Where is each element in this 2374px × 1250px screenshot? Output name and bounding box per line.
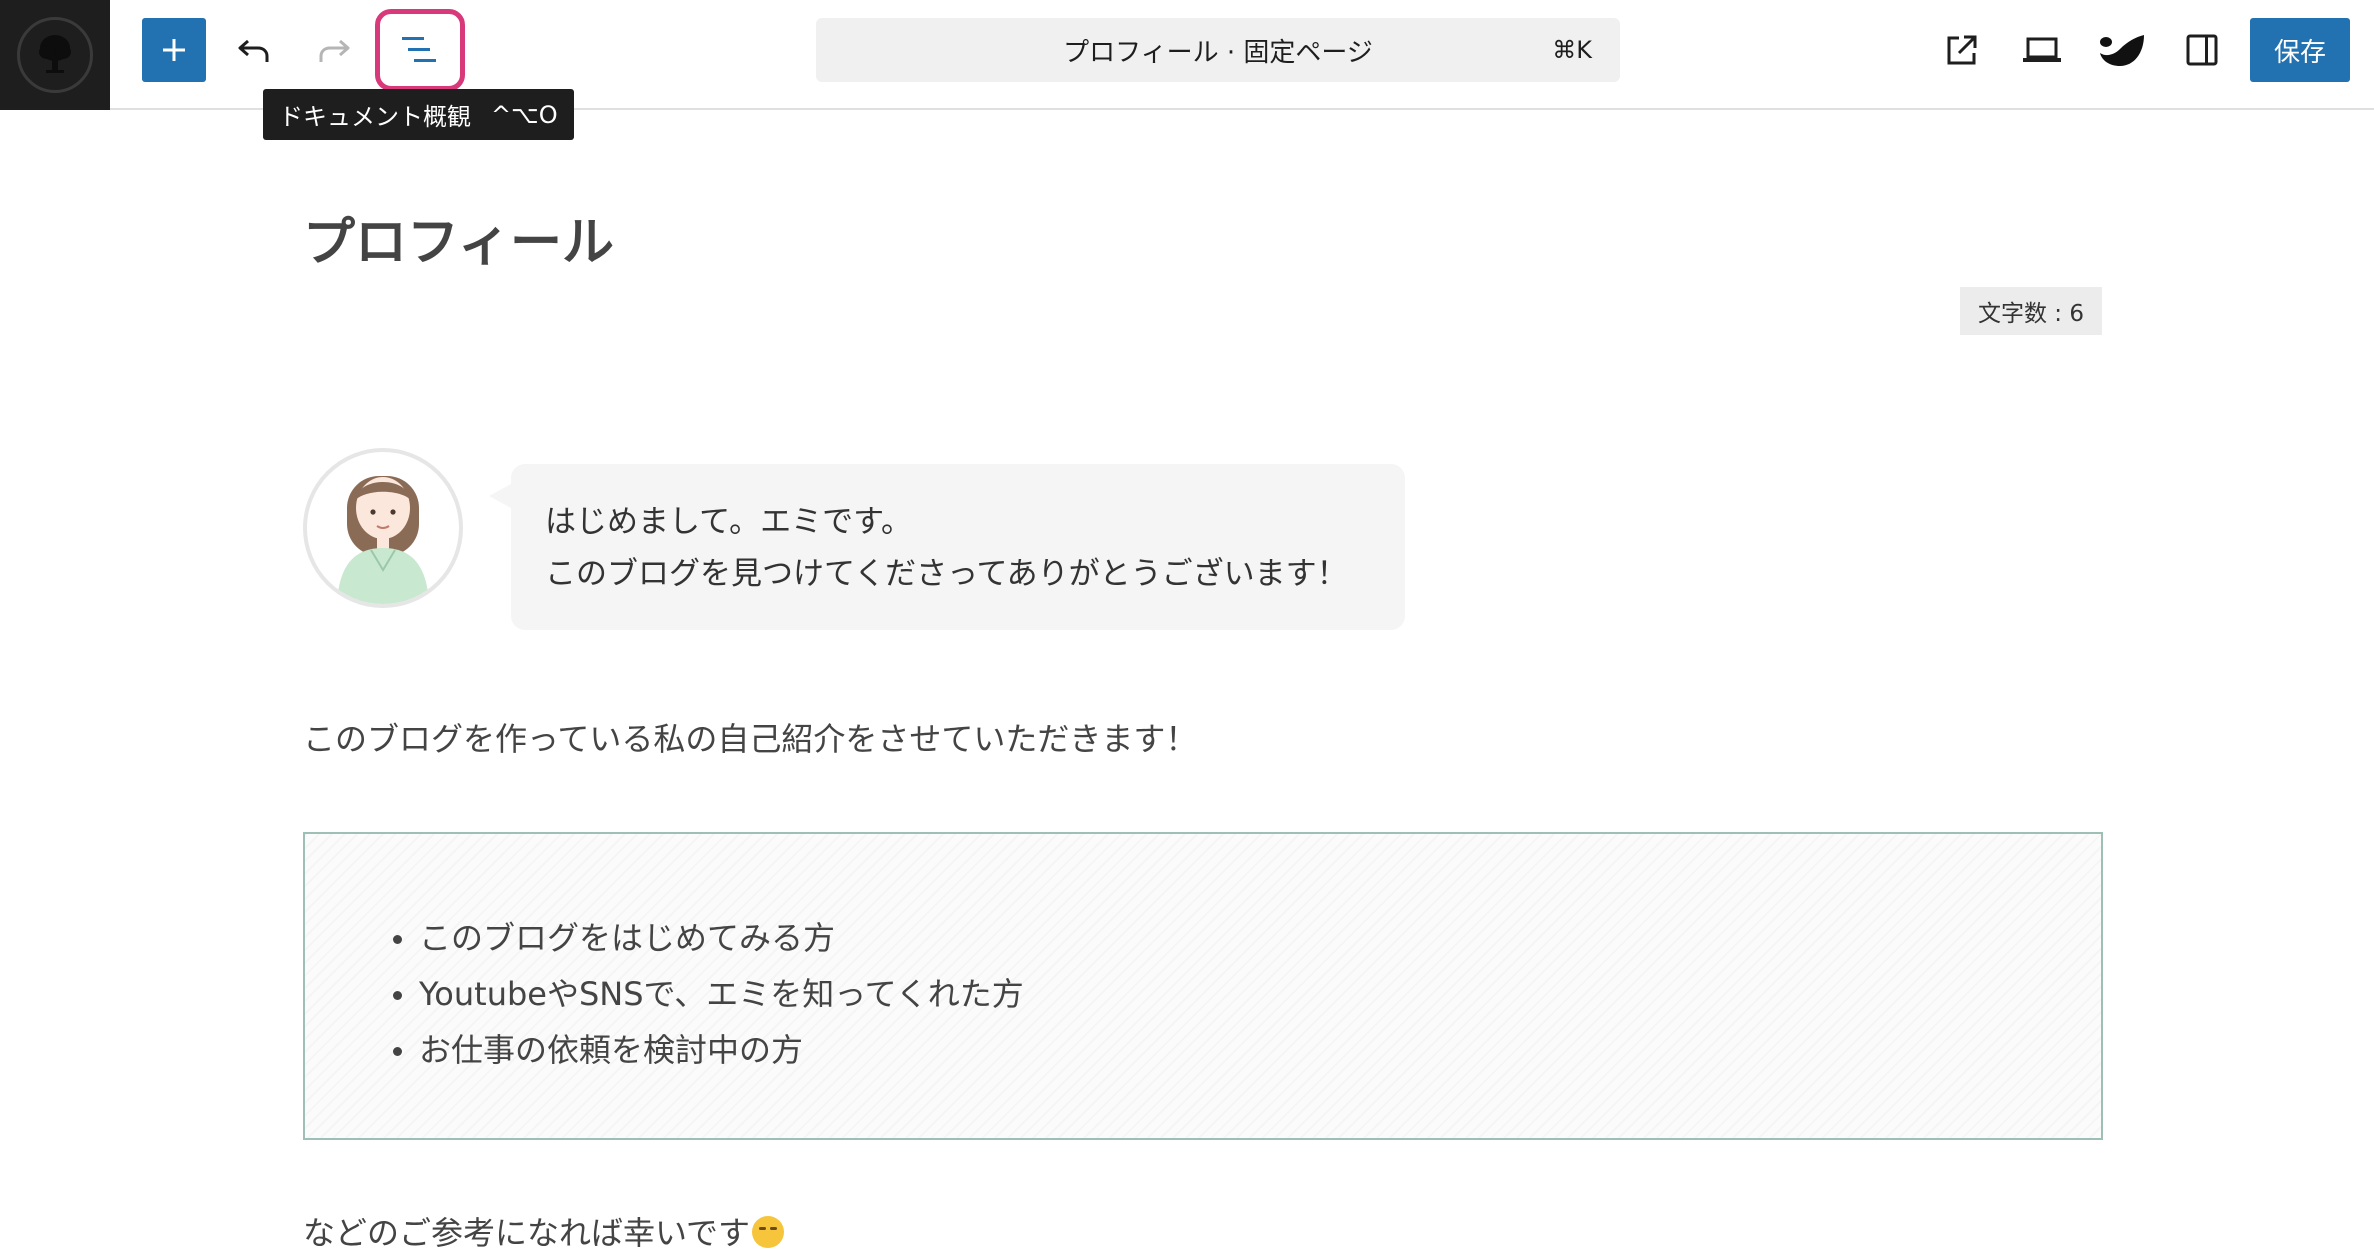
settings-sidebar-button[interactable]	[2174, 22, 2230, 78]
bullet-list: このブログをはじめてみる方 YoutubeやSNSで、エミを知ってくれた方 お仕…	[393, 910, 1024, 1078]
undo-button[interactable]	[222, 18, 286, 82]
speech-line-1: はじめまして。エミです。	[545, 504, 913, 540]
laptop-icon	[2023, 37, 2061, 62]
document-title: プロフィール · 固定ページ	[1063, 37, 1373, 68]
editor-toolbar: ドキュメント概観 ^⌥O プロフィール · 固定ページ ⌘K 保存	[0, 0, 2374, 140]
save-button[interactable]: 保存	[2250, 18, 2350, 82]
smiling-face-emoji-icon	[752, 1216, 785, 1248]
list-item[interactable]: このブログをはじめてみる方	[393, 910, 1024, 966]
closing-paragraph[interactable]: などのご参考になれば幸いです	[303, 1208, 785, 1250]
styles-button[interactable]	[2094, 22, 2150, 78]
command-shortcut: ⌘K	[1552, 36, 1592, 64]
speech-bubble[interactable]: はじめまして。エミです。 このブログを見つけてくださってありがとうございます！	[489, 464, 1405, 630]
tooltip-shortcut: ^⌥O	[491, 100, 558, 129]
device-preview-button[interactable]	[2014, 22, 2070, 78]
intro-paragraph[interactable]: このブログを作っている私の自己紹介をさせていただきます！	[303, 714, 1197, 760]
list-item[interactable]: YoutubeやSNSで、エミを知ってくれた方	[393, 966, 1024, 1022]
external-view-icon	[1947, 35, 1977, 65]
view-page-button[interactable]	[1934, 22, 1990, 78]
document-overview-tooltip: ドキュメント概観 ^⌥O	[263, 89, 574, 140]
command-palette-bar[interactable]: プロフィール · 固定ページ ⌘K	[816, 18, 1620, 82]
document-overview-button[interactable]	[375, 9, 465, 91]
list-item[interactable]: お仕事の依頼を検討中の方	[393, 1022, 1024, 1078]
tooltip-label: ドキュメント概観	[279, 103, 471, 131]
sidebar-settings-icon	[2186, 34, 2218, 66]
redo-button[interactable]	[302, 18, 366, 82]
avatar	[303, 448, 463, 608]
plus-icon	[163, 39, 185, 61]
site-icon	[17, 17, 93, 93]
speech-line-2: このブログを見つけてくださってありがとうございます！	[545, 556, 1348, 592]
page-title[interactable]: プロフィール	[303, 200, 614, 275]
redo-icon	[319, 39, 350, 62]
undo-icon	[238, 39, 269, 62]
word-count-badge: 文字数 : 6	[1960, 287, 2102, 335]
avatar-illustration	[337, 476, 429, 604]
bordered-list-block[interactable]: このブログをはじめてみる方 YoutubeやSNSで、エミを知ってくれた方 お仕…	[303, 832, 2103, 1140]
list-view-icon	[402, 37, 436, 62]
closing-text: などのご参考になれば幸いです	[303, 1214, 751, 1250]
site-logo[interactable]	[0, 0, 110, 110]
styles-icon	[2100, 35, 2144, 66]
block-inserter-button[interactable]	[142, 18, 206, 82]
